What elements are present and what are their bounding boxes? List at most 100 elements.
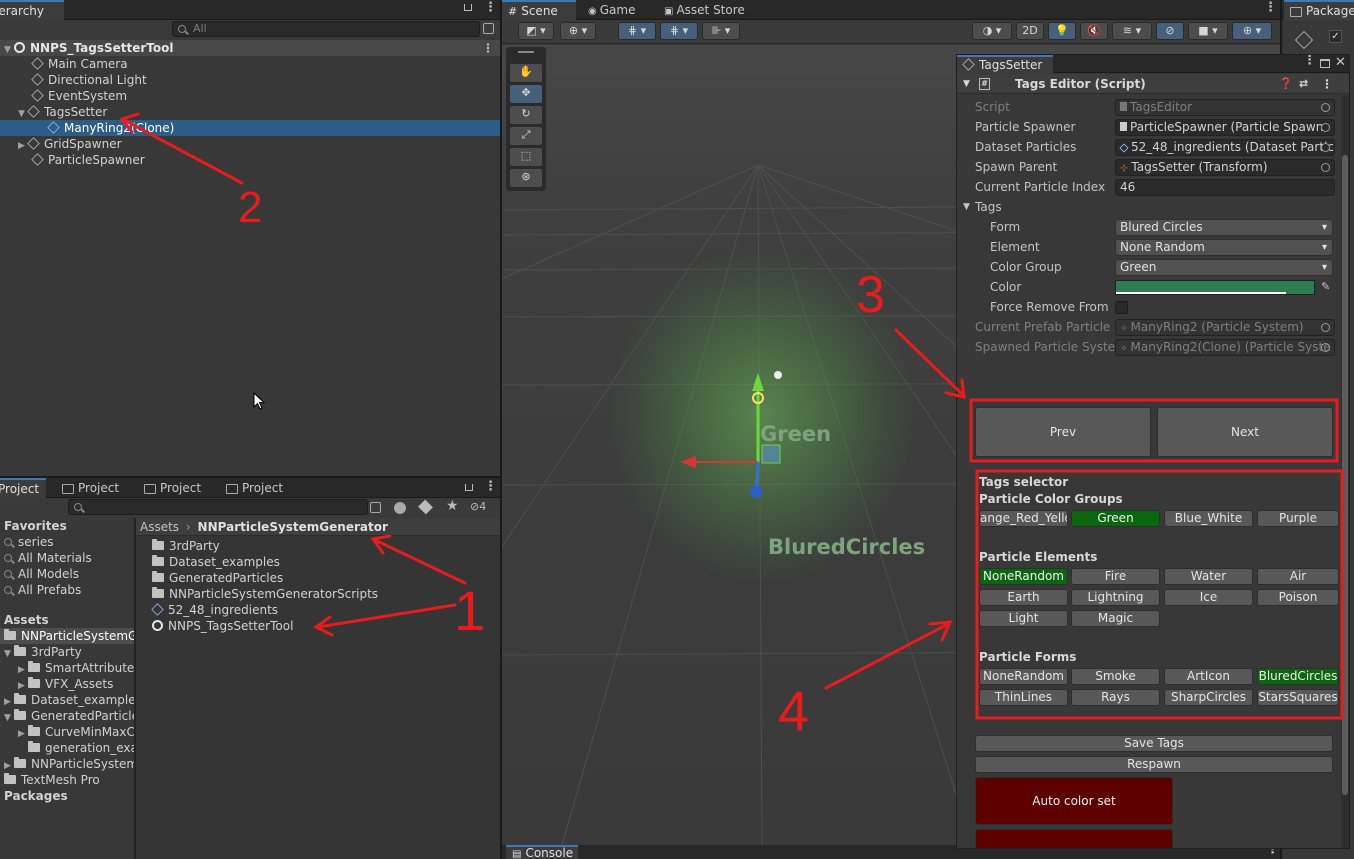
object-picker-icon[interactable] — [1321, 143, 1330, 152]
hierarchy-item[interactable]: ParticleSpawner — [0, 152, 500, 168]
spawn-parent-field[interactable]: ⊹ TagsSetter (Transform) — [1115, 159, 1335, 176]
rect-tool-button[interactable]: ⬚ — [509, 147, 543, 167]
more-icon[interactable]: ⋮ — [1264, 0, 1277, 15]
tab-tagssetter[interactable]: TagsSetter — [957, 55, 1053, 73]
tab-console[interactable]: ▤ Console — [506, 845, 578, 859]
chevron-down-icon[interactable]: ▼ — [963, 197, 970, 217]
tree-item-selected[interactable]: NNParticleSystemGenerator — [0, 628, 189, 644]
checkbox-icon[interactable]: ✓ — [1329, 30, 1342, 43]
element-button[interactable]: Lightning — [1071, 589, 1160, 606]
audio-button[interactable]: 🔇 — [1080, 22, 1108, 40]
tab-scene[interactable]: # Scene — [502, 0, 576, 20]
file-item[interactable]: NNParticleSystemGeneratorScripts — [136, 586, 500, 602]
move-tool-button[interactable]: ✥ — [509, 84, 543, 104]
tab-game[interactable]: ◉ Game — [582, 0, 641, 20]
favorite-item[interactable]: All Prefabs — [0, 582, 134, 598]
scene-more-icon[interactable]: ⋮ — [482, 40, 494, 56]
file-item[interactable]: Dataset_examples — [136, 554, 500, 570]
red-button-partial[interactable] — [975, 829, 1173, 848]
rotate-tool-button[interactable]: ↻ — [509, 105, 543, 125]
chevron-down-icon[interactable]: ▼ — [963, 74, 970, 94]
move-gizmo[interactable] — [652, 345, 952, 645]
color-swatch[interactable] — [1115, 280, 1315, 295]
form-button[interactable]: NoneRandom — [979, 668, 1068, 685]
hand-tool-button[interactable]: ✋ — [509, 63, 543, 83]
tree-item[interactable]: ▶ Dataset_examples — [0, 692, 142, 708]
tree-item[interactable]: ▶ SmartAttributes — [0, 660, 141, 676]
camera-button[interactable]: ■ ▾ — [1188, 22, 1228, 40]
tree-item[interactable]: Assets — [0, 612, 134, 628]
element-button[interactable]: Water — [1164, 568, 1253, 585]
object-picker-icon[interactable] — [1321, 123, 1330, 132]
breadcrumb-item[interactable]: Assets — [140, 520, 179, 534]
prev-button[interactable]: Prev — [975, 407, 1151, 457]
form-dropdown[interactable]: Blured Circles — [1115, 219, 1333, 236]
more-icon[interactable]: ⋮ — [1303, 55, 1316, 68]
tree-item[interactable]: ▼ GeneratedParticles — [0, 708, 145, 724]
tab-project[interactable]: Project — [0, 478, 46, 498]
hierarchy-item[interactable]: EventSystem — [0, 88, 500, 104]
form-button[interactable]: ArtIcon — [1164, 668, 1253, 685]
gizmos-button[interactable]: ⊕ ▾ — [1232, 22, 1272, 40]
tab-package[interactable]: Package — [1284, 0, 1354, 20]
element-button[interactable]: Poison — [1257, 589, 1339, 606]
grid-snap-button[interactable]: ⋕ ▾ — [618, 22, 656, 40]
form-button[interactable]: ThinLines — [979, 689, 1068, 706]
search-options-icon[interactable] — [483, 23, 494, 34]
color-group-dropdown[interactable]: Green — [1115, 259, 1333, 276]
favorite-item[interactable]: All Models — [0, 566, 134, 582]
color-group-button[interactable]: Blue_White — [1164, 510, 1253, 527]
tab-hierarchy[interactable]: Hierarchy — [0, 0, 64, 20]
breadcrumb-item[interactable]: NNParticleSystemGenerator — [198, 520, 388, 534]
element-button[interactable]: Ice — [1164, 589, 1253, 606]
form-button[interactable]: Smoke — [1071, 668, 1160, 685]
hierarchy-item[interactable]: ▶ GridSpawner — [0, 136, 500, 152]
hierarchy-item[interactable]: Main Camera — [0, 56, 500, 72]
more-icon[interactable]: ⋮ — [484, 0, 497, 15]
close-icon[interactable]: ✕ — [1335, 55, 1346, 70]
file-item[interactable]: GeneratedParticles — [136, 570, 500, 586]
maximize-icon[interactable] — [1320, 59, 1330, 68]
file-item[interactable]: NNPS_TagsSetterTool — [136, 618, 500, 634]
hierarchy-item-selected[interactable]: ManyRing2(Clone) — [0, 120, 500, 136]
favorite-item[interactable]: series — [0, 534, 134, 550]
mode-2d-button[interactable]: 2D — [1016, 22, 1044, 40]
next-button[interactable]: Next — [1157, 407, 1333, 457]
hierarchy-item[interactable]: Directional Light — [0, 72, 500, 88]
hierarchy-search-input[interactable]: All — [172, 21, 480, 37]
hierarchy-item[interactable]: ▼ TagsSetter — [0, 104, 500, 120]
color-group-button[interactable]: Purple — [1257, 510, 1339, 527]
object-picker-icon[interactable] — [1321, 163, 1330, 172]
draw-mode-button[interactable]: ◩ ▾ — [518, 22, 554, 40]
color-group-button-selected[interactable]: Green — [1071, 510, 1160, 527]
effects-button[interactable]: ≋ ▾ — [1112, 22, 1152, 40]
favorite-item[interactable]: All Materials — [0, 550, 134, 566]
element-button[interactable]: Light — [979, 610, 1068, 627]
search-options-icon[interactable] — [370, 502, 381, 513]
tab-project[interactable]: Project — [56, 478, 125, 498]
shading-button[interactable]: ◑ ▾ — [972, 22, 1012, 40]
file-item[interactable]: 3rdParty — [136, 538, 500, 554]
form-button[interactable]: SharpCircles — [1164, 689, 1253, 706]
tree-item[interactable]: ▶ VFX_Assets — [0, 676, 134, 692]
global-toggle-button[interactable]: ⊕ ▾ — [560, 22, 596, 40]
element-button[interactable]: Fire — [1071, 568, 1160, 585]
tab-asset-store[interactable]: ▣ Asset Store — [658, 0, 751, 20]
filter-type-icon[interactable] — [394, 502, 406, 514]
visibility-button[interactable]: ⊘ — [1156, 22, 1184, 40]
palette-handle[interactable] — [518, 51, 534, 53]
lock-icon[interactable] — [464, 4, 472, 11]
element-button-selected[interactable]: NoneRandom — [979, 568, 1068, 585]
auto-color-set-button[interactable]: Auto color set — [975, 777, 1173, 825]
tree-item[interactable]: Packages — [0, 788, 134, 804]
save-tags-button[interactable]: Save Tags — [975, 735, 1333, 752]
element-button[interactable]: Earth — [979, 589, 1068, 606]
tree-item[interactable]: generation_exa — [0, 740, 138, 756]
lighting-button[interactable]: 💡 — [1048, 22, 1076, 40]
component-header[interactable]: ▼ # Tags Editor (Script) ❓ ⇄ ⋮ — [957, 74, 1349, 94]
respawn-button[interactable]: Respawn — [975, 756, 1333, 773]
presets-icon[interactable]: ⇄ — [1299, 74, 1308, 94]
tab-project[interactable]: Project — [138, 478, 207, 498]
scale-tool-button[interactable]: ⤢ — [509, 126, 543, 146]
element-button[interactable]: Magic — [1071, 610, 1160, 627]
